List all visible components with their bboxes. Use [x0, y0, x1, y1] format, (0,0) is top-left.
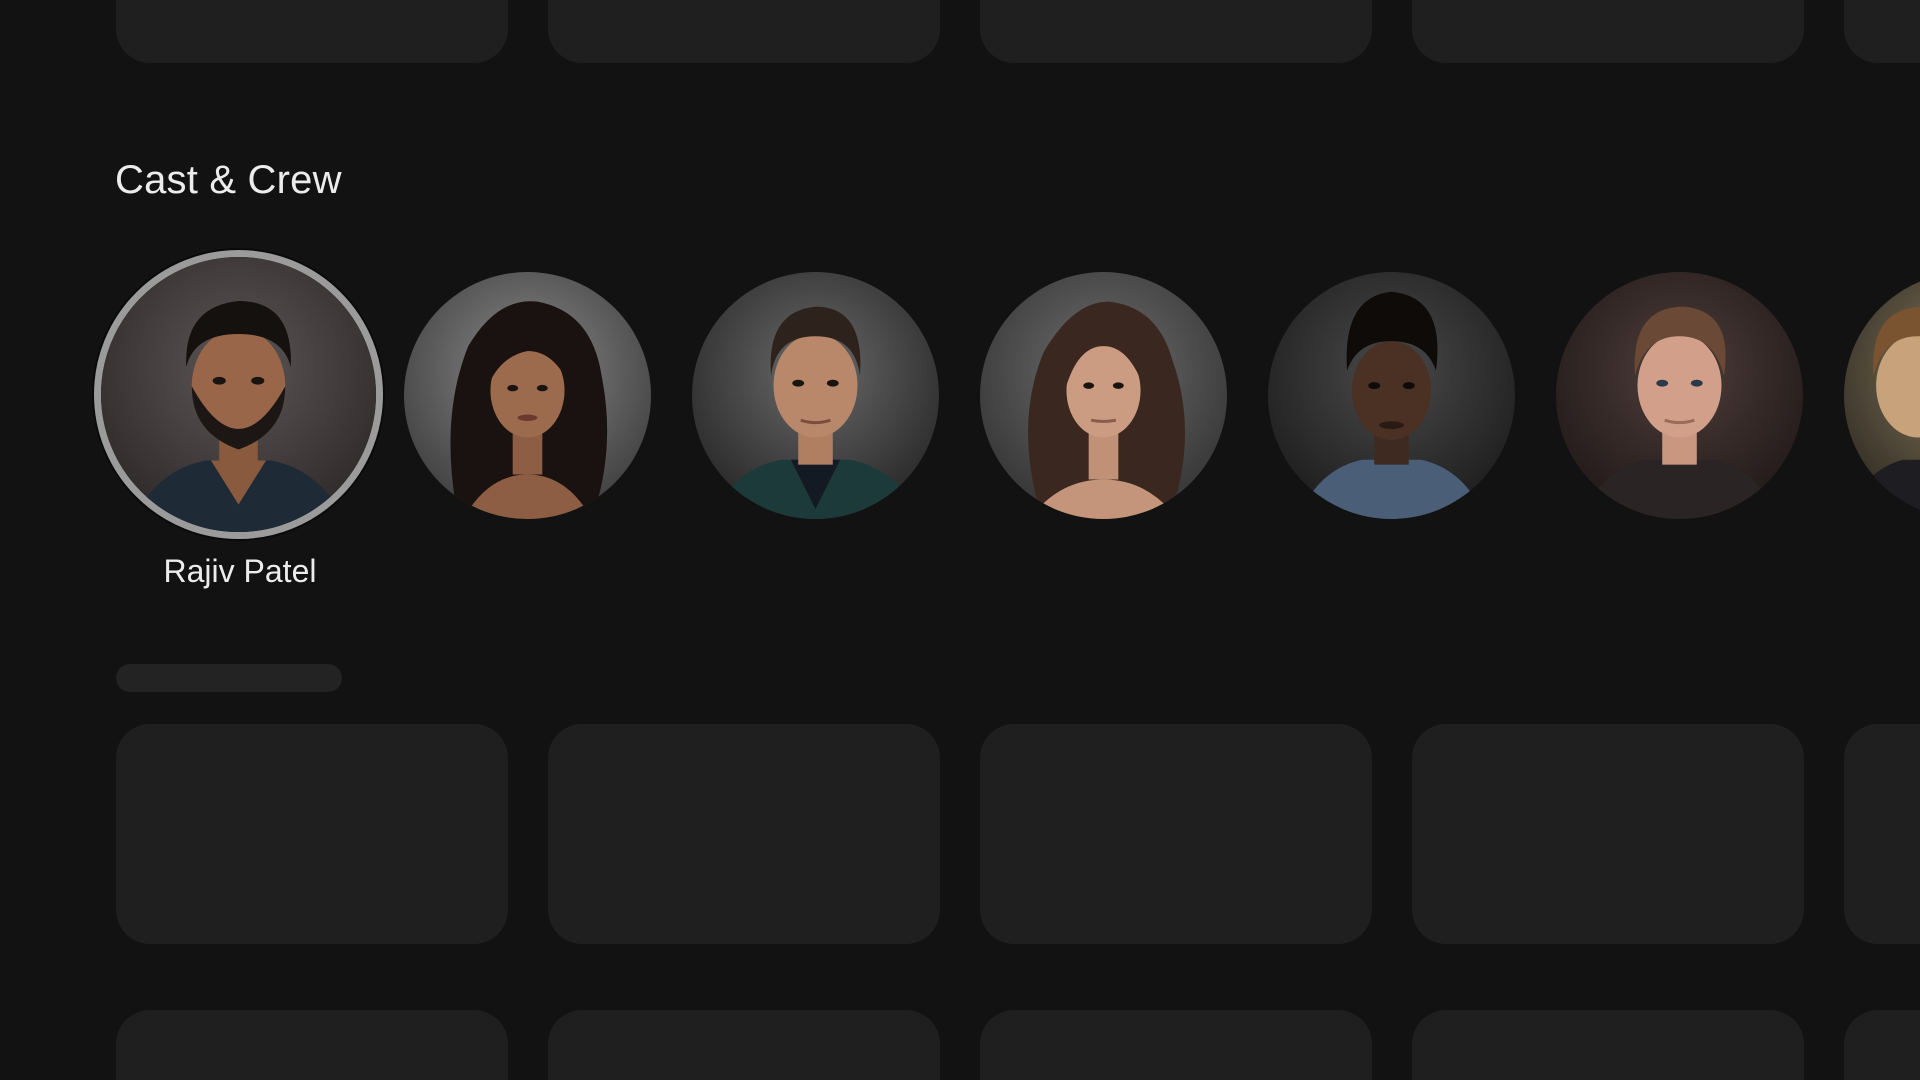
screen: Cast & Crew Rajiv Patel — [0, 0, 1920, 1080]
section-title-placeholder — [116, 664, 342, 692]
portrait-young-man-tall-hair-icon — [1268, 272, 1515, 519]
cast-avatar-6[interactable] — [1556, 272, 1803, 519]
content-card-row2-5[interactable] — [1844, 724, 1920, 944]
cast-avatar-7[interactable] — [1844, 272, 1920, 519]
content-card-top-2[interactable] — [548, 0, 940, 63]
cast-avatar-5[interactable] — [1268, 272, 1515, 519]
content-card-top-4[interactable] — [1412, 0, 1804, 63]
content-card-row3-3[interactable] — [980, 1010, 1372, 1080]
portrait-woman-shoulder-brown-hair-icon — [980, 272, 1227, 519]
cast-avatar-2[interactable] — [404, 272, 651, 519]
focused-cast-name: Rajiv Patel — [163, 553, 317, 589]
content-card-row2-1[interactable] — [116, 724, 508, 944]
portrait-man-partial-icon — [1844, 272, 1920, 519]
portrait-man-short-brown-hair-icon — [692, 272, 939, 519]
cast-avatar-4[interactable] — [980, 272, 1227, 519]
content-card-top-3[interactable] — [980, 0, 1372, 63]
section-title: Cast & Crew — [115, 158, 342, 202]
content-card-row3-2[interactable] — [548, 1010, 940, 1080]
cast-avatar-1[interactable] — [94, 250, 383, 539]
content-card-row3-5[interactable] — [1844, 1010, 1920, 1080]
portrait-man-beard-icon — [101, 257, 376, 532]
content-card-row2-2[interactable] — [548, 724, 940, 944]
cast-avatar-3[interactable] — [692, 272, 939, 519]
content-card-row3-4[interactable] — [1412, 1010, 1804, 1080]
content-card-row3-1[interactable] — [116, 1010, 508, 1080]
content-card-row2-3[interactable] — [980, 724, 1372, 944]
portrait-man-light-hair-icon — [1556, 272, 1803, 519]
portrait-woman-long-dark-hair-icon — [404, 272, 651, 519]
content-card-top-1[interactable] — [116, 0, 508, 63]
content-card-row2-4[interactable] — [1412, 724, 1804, 944]
content-card-top-5[interactable] — [1844, 0, 1920, 63]
